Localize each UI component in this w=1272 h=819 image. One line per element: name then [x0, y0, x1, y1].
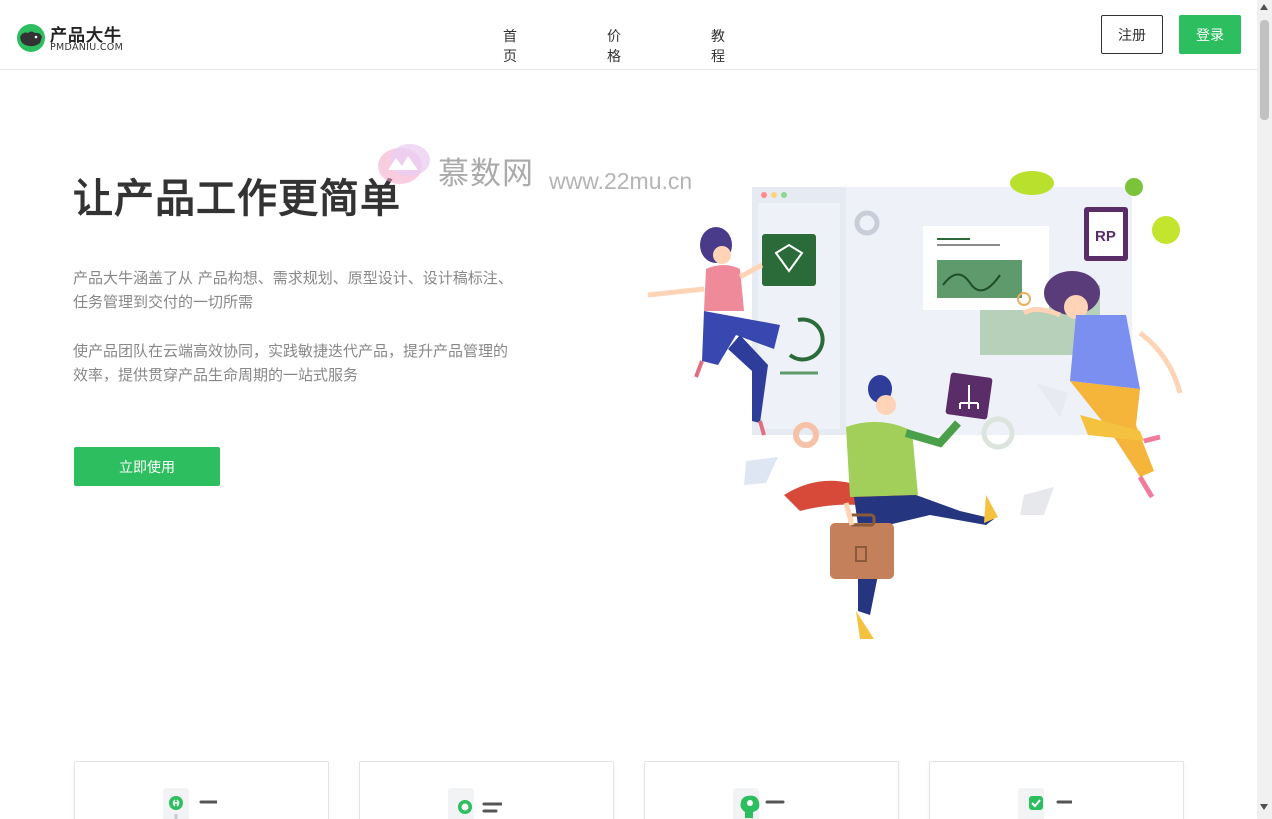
site-logo[interactable]: 产品大牛 PMDANIU.COM [16, 21, 146, 53]
scroll-down-arrow-icon[interactable] [1260, 804, 1268, 810]
watermark-text: 慕数网 [438, 156, 534, 192]
vertical-scrollbar[interactable] [1257, 0, 1272, 819]
nav-tutorials[interactable]: 教程 [711, 26, 725, 66]
target-icon [448, 788, 502, 819]
start-now-button[interactable]: 立即使用 [74, 447, 220, 486]
scroll-thumb[interactable] [1260, 20, 1269, 120]
scroll-up-arrow-icon[interactable] [1260, 4, 1268, 10]
nav-pricing[interactable]: 价格 [607, 26, 621, 66]
rp-badge-text: RP [1095, 228, 1116, 245]
register-button[interactable]: 注册 [1101, 15, 1163, 54]
feature-card-2[interactable] [359, 761, 614, 819]
nav-home[interactable]: 首页 [503, 26, 517, 66]
brain-icon [733, 788, 785, 819]
feature-card-3[interactable] [644, 761, 899, 819]
link-icon [163, 788, 217, 819]
bull-logo-icon [17, 24, 45, 52]
login-button[interactable]: 登录 [1179, 15, 1241, 54]
feature-card-1[interactable] [74, 761, 329, 819]
logo-domain: PMDANIU.COM [50, 42, 124, 53]
hero-title: 让产品工作更简单 [73, 176, 401, 222]
hero-description-2: 使产品团队在云端高效协同，实践敏捷迭代产品，提升产品管理的效率，提供贯穿产品生命… [73, 342, 509, 384]
top-header: 产品大牛 PMDANIU.COM 首页 价格 教程 注册 登录 [0, 0, 1257, 70]
hero-description-1: 产品大牛涵盖了从 产品构想、需求规划、原型设计、设计稿标注、任务管理到交付的一切… [73, 269, 513, 311]
page: 产品大牛 PMDANIU.COM 首页 价格 教程 注册 登录 让产品工作更简单… [0, 0, 1272, 819]
watermark-logo-icon [378, 144, 430, 184]
hero-illustration: RP [647, 171, 1183, 639]
check-icon [1018, 788, 1072, 819]
feature-card-4[interactable] [929, 761, 1184, 819]
